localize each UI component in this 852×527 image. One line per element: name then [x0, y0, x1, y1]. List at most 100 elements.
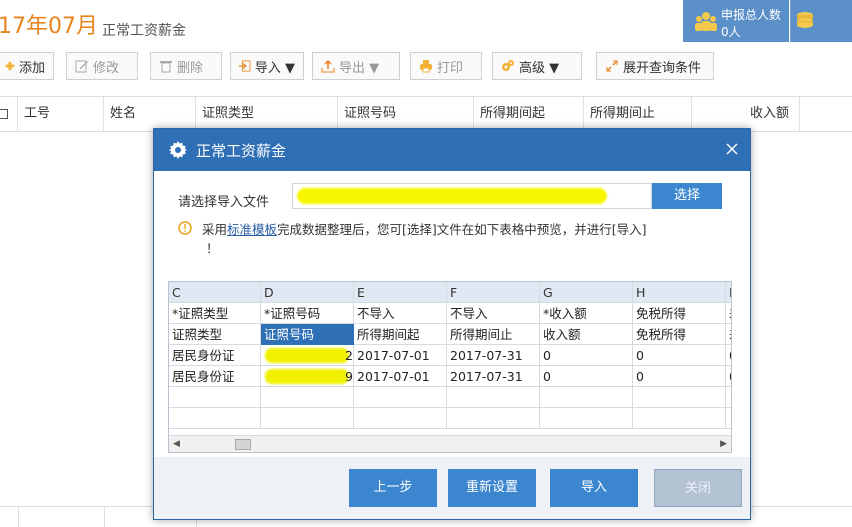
page-subtitle: 正常工资薪金	[102, 23, 186, 39]
declared-count-label: 申报总人数	[721, 8, 782, 22]
selected-table-cell[interactable]: 证照号码	[261, 324, 354, 345]
table-cell[interactable]	[726, 387, 731, 408]
export-dropdown-button[interactable]: 导出 ▼	[312, 52, 400, 80]
table-cell[interactable]: 所得期间止	[447, 324, 540, 345]
scroll-left-arrow-icon[interactable]: ◀	[173, 439, 180, 449]
table-cell[interactable]	[540, 408, 633, 429]
table-cell[interactable]: *收入额	[540, 303, 633, 324]
table-cell[interactable]: 免税所得	[633, 303, 726, 324]
col-period-start[interactable]: 所得期间起	[474, 97, 584, 131]
table-cell[interactable]: 收入额	[540, 324, 633, 345]
scrollbar-thumb[interactable]	[235, 439, 251, 450]
plus-icon	[5, 61, 15, 71]
delete-button[interactable]: 删除	[150, 52, 222, 80]
add-label: 添加	[18, 60, 45, 76]
choose-file-button[interactable]: 选择	[652, 183, 722, 209]
table-cell[interactable]: 差	[726, 303, 731, 324]
dialog-footer: 上一步 重新设置 导入 关闭	[154, 457, 750, 519]
table-cell[interactable]	[261, 387, 354, 408]
col-employee-no[interactable]: 工号	[18, 97, 104, 131]
table-cell[interactable]: 不导入	[354, 303, 447, 324]
people-icon	[695, 12, 717, 31]
col-period-end[interactable]: 所得期间止	[584, 97, 692, 131]
declared-count-box[interactable]: 申报总人数 0人	[683, 0, 789, 42]
reset-button[interactable]: 重新设置	[448, 469, 536, 507]
file-path-input[interactable]	[292, 183, 652, 209]
toolbar: 添加 修改 删除 导入 ▼ 导出 ▼ 打印 高级 ▼ 展开查询条件	[0, 50, 852, 86]
expand-query-button[interactable]: 展开查询条件	[596, 52, 714, 80]
table-cell[interactable]: 免税所得	[633, 324, 726, 345]
redaction-mark	[265, 348, 349, 363]
table-cell[interactable]: *证照号码	[261, 303, 354, 324]
col-letter[interactable]: D	[261, 282, 354, 303]
table-cell[interactable]: 居民身份证	[169, 366, 261, 387]
hint-rest: 完成数据整理后，您可[选择]文件在如下表格中预览，并进行[导入]	[277, 222, 647, 237]
close-icon[interactable]	[725, 142, 739, 156]
add-button[interactable]: 添加	[0, 52, 54, 80]
col-id-number[interactable]: 证照号码	[338, 97, 474, 131]
table-cell[interactable]	[447, 387, 540, 408]
col-income[interactable]: 收入额	[692, 97, 800, 131]
print-label: 打印	[437, 60, 464, 76]
import-dropdown-button[interactable]: 导入 ▼	[230, 52, 304, 80]
col-id-type[interactable]: 证照类型	[196, 97, 338, 131]
table-cell[interactable]: *证照类型	[169, 303, 261, 324]
col-name[interactable]: 姓名	[104, 97, 196, 131]
preview-row: 证照类型 证照号码 所得期间起 所得期间止 收入额 免税所得 差	[169, 324, 731, 345]
table-cell[interactable]	[633, 408, 726, 429]
table-cell[interactable]	[540, 387, 633, 408]
col-letter[interactable]: E	[354, 282, 447, 303]
col-letter[interactable]: G	[540, 282, 633, 303]
table-cell[interactable]: 2017-07-01	[354, 366, 447, 387]
table-cell[interactable]: 证照类型	[169, 324, 261, 345]
scroll-right-arrow-icon[interactable]: ▶	[720, 439, 727, 449]
table-cell[interactable]: 不导入	[447, 303, 540, 324]
table-cell[interactable]	[447, 408, 540, 429]
col-letter[interactable]: C	[169, 282, 261, 303]
redacted-id-cell[interactable]: 2	[261, 345, 354, 366]
table-cell[interactable]: 2017-07-31	[447, 345, 540, 366]
redacted-id-cell[interactable]: 9	[261, 366, 354, 387]
col-letter[interactable]: I	[726, 282, 731, 303]
preview-table[interactable]: C D E F G H I *证照类型 *证照号码 不导入 不导入 *收入额 免…	[168, 281, 732, 453]
table-cell[interactable]: 居民身份证	[169, 345, 261, 366]
table-cell[interactable]: 0	[726, 366, 731, 387]
standard-template-link[interactable]: 标准模板	[227, 222, 277, 237]
prev-step-button[interactable]: 上一步	[349, 469, 437, 507]
table-cell[interactable]: 2017-07-01	[354, 345, 447, 366]
table-cell[interactable]	[354, 408, 447, 429]
close-button[interactable]: 关闭	[654, 469, 742, 507]
id-tail: 9	[345, 369, 353, 384]
import-button[interactable]: 导入	[550, 469, 638, 507]
horizontal-scrollbar[interactable]: ◀ ▶	[169, 435, 731, 452]
preview-row: 居民身份证 2 2017-07-01 2017-07-31 0 0 0	[169, 345, 731, 366]
table-cell[interactable]: 2017-07-31	[447, 366, 540, 387]
hint-text: 采用标准模板完成数据整理后，您可[选择]文件在如下表格中预览，并进行[导入]	[202, 221, 702, 238]
table-cell[interactable]	[726, 408, 731, 429]
edit-button[interactable]: 修改	[66, 52, 138, 80]
table-cell[interactable]: 0	[726, 345, 731, 366]
amount-box[interactable]	[790, 0, 852, 42]
preview-row: *证照类型 *证照号码 不导入 不导入 *收入额 免税所得 差	[169, 303, 731, 324]
table-cell[interactable]: 差	[726, 324, 731, 345]
table-cell[interactable]: 0	[540, 366, 633, 387]
table-cell[interactable]: 0	[633, 345, 726, 366]
table-cell[interactable]	[261, 408, 354, 429]
select-all-checkbox[interactable]	[0, 97, 18, 131]
col-letter[interactable]: H	[633, 282, 726, 303]
checkbox-icon	[0, 109, 8, 119]
table-cell[interactable]	[169, 408, 261, 429]
period-label: 17年07月	[0, 14, 98, 39]
table-cell[interactable]: 0	[540, 345, 633, 366]
gear-icon	[169, 141, 187, 159]
advanced-dropdown-button[interactable]: 高级 ▼	[492, 52, 582, 80]
col-letter[interactable]: F	[447, 282, 540, 303]
print-button[interactable]: 打印	[410, 52, 482, 80]
table-cell[interactable]: 0	[633, 366, 726, 387]
table-cell[interactable]	[633, 387, 726, 408]
printer-icon	[420, 60, 432, 73]
table-cell[interactable]	[354, 387, 447, 408]
import-label: 导入 ▼	[254, 60, 295, 76]
table-cell[interactable]	[169, 387, 261, 408]
table-cell[interactable]: 所得期间起	[354, 324, 447, 345]
